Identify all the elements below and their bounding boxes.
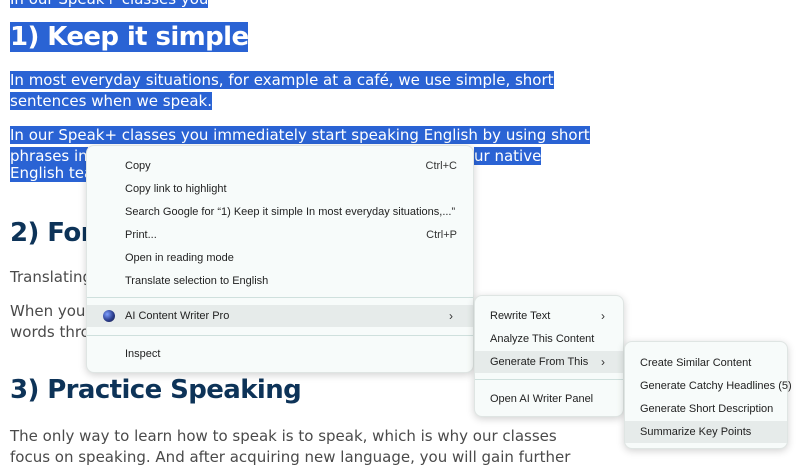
submenu-item-open-panel[interactable]: Open AI Writer Panel [475,388,623,410]
menu-item-print[interactable]: Print... Ctrl+P [87,224,473,246]
heading-keep-it-simple: 1) Keep it simple [10,22,249,52]
generate-submenu: Create Similar Content Generate Catchy H… [624,341,792,449]
paragraph-5-line-1: The only way to learn how to speak is to… [10,427,557,445]
menu-item-reading-mode[interactable]: Open in reading mode [87,247,473,269]
submenu-item-create-similar[interactable]: Create Similar Content [625,352,787,374]
chevron-right-icon: › [449,309,453,323]
menu-item-search-google[interactable]: Search Google for “1) Keep it simple In … [87,201,473,223]
menu-separator [87,297,473,298]
paragraph-2-line-1: In our Speak+ classes you immediately st… [10,126,590,144]
paragraph-1-line-1: In most everyday situations, for example… [10,71,554,89]
chevron-right-icon: › [601,355,605,369]
submenu-item-generate-from-this[interactable]: Generate From This › [475,351,623,373]
submenu-item-rewrite-text[interactable]: Rewrite Text › [475,305,623,327]
paragraph-2-line-3: English tea [10,164,94,182]
menu-item-translate[interactable]: Translate selection to English [87,270,473,292]
submenu-item-analyze[interactable]: Analyze This Content [475,328,623,350]
submenu-item-short-description[interactable]: Generate Short Description [625,398,787,420]
menu-item-ai-content-writer[interactable]: AI Content Writer Pro › [87,305,473,327]
paragraph-4-line-1: When you [10,302,86,320]
menu-separator [475,379,623,380]
paragraph-1-line-2: sentences when we speak. [10,92,212,110]
menu-separator [87,335,473,336]
menu-item-copy-link[interactable]: Copy link to highlight [87,178,473,200]
ai-writer-icon [103,310,115,322]
heading-practice-speaking: 3) Practice Speaking [10,375,302,405]
paragraph-3: Translating [10,268,93,286]
context-menu: Copy Ctrl+C Copy link to highlight Searc… [86,145,474,373]
heading-1-text: 1) Keep it simple [10,22,249,52]
ai-submenu: Rewrite Text › Analyze This Content Gene… [474,295,624,417]
paragraph-5-line-2: focus on speaking. And after acquiring n… [10,448,571,465]
clipped-selected-line: In our Speak+ classes you [10,0,210,14]
chevron-right-icon: › [601,309,605,323]
menu-item-copy[interactable]: Copy Ctrl+C [87,155,473,177]
paragraph-2-line-2b: ur native [474,147,542,165]
paragraph-4-line-2: words thro [10,323,90,341]
menu-item-inspect[interactable]: Inspect [87,343,473,365]
submenu-item-summarize[interactable]: Summarize Key Points [625,421,787,443]
submenu-item-catchy-headlines[interactable]: Generate Catchy Headlines (5) [625,375,792,397]
